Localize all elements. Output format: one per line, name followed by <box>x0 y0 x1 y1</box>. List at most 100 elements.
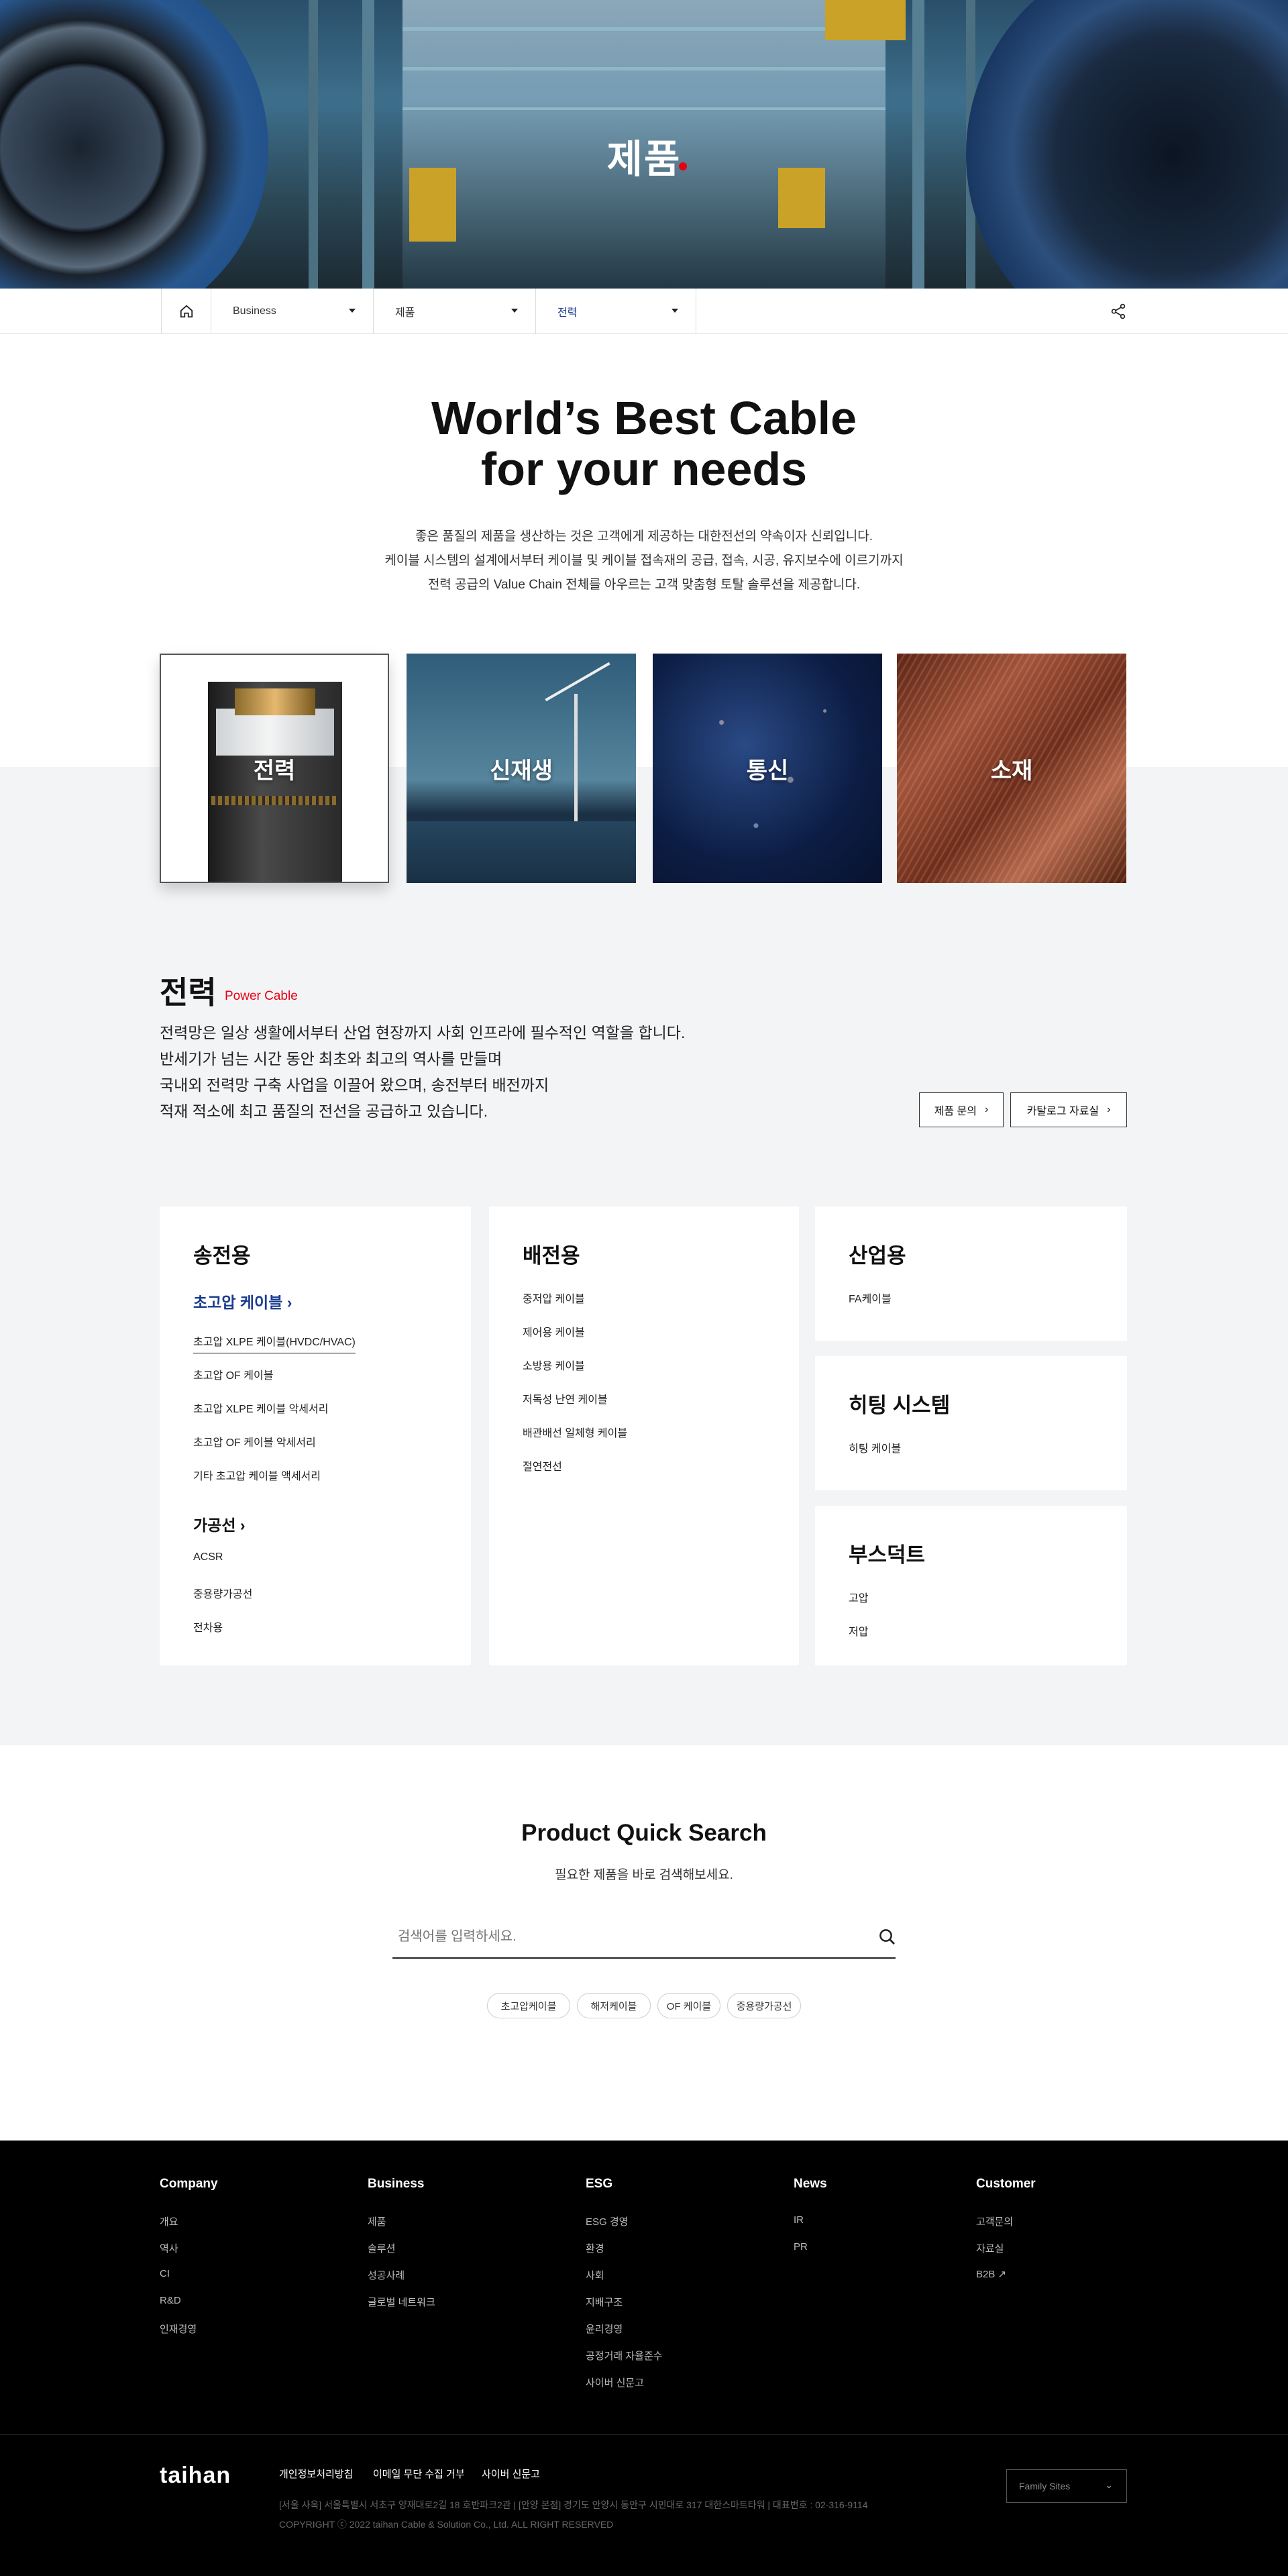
footer-link[interactable]: 자료실 <box>976 2241 1004 2255</box>
footer-email-link[interactable]: 이메일 무단 수집 거부 <box>373 2467 465 2481</box>
footer-link[interactable]: 환경 <box>586 2241 604 2255</box>
footer-logo[interactable]: taihan <box>160 2463 231 2489</box>
footer-link[interactable]: 개요 <box>160 2214 178 2228</box>
list-item[interactable]: 초고압 XLPE 케이블(HVDC/HVAC) <box>193 1333 356 1353</box>
description-line: 반세기가 넘는 시간 동안 최초와 최고의 역사를 만들며 <box>160 1050 502 1068</box>
card-title: 부스덕트 <box>849 1543 926 1567</box>
list-item[interactable]: 기타 초고압 케이블 액세서리 <box>193 1467 321 1483</box>
list-item[interactable]: 고압 <box>849 1589 868 1605</box>
caret-down-icon <box>511 309 518 313</box>
intro-line: 케이블 시스템의 설계에서부터 케이블 및 케이블 접속재의 공급, 접속, 시… <box>384 554 904 568</box>
footer-link[interactable]: 인재경영 <box>160 2322 197 2336</box>
select-label: Family Sites <box>1019 2481 1071 2491</box>
footer-link[interactable]: 제품 <box>368 2214 386 2228</box>
card-title: 배전용 <box>523 1244 580 1268</box>
link-overhead-line[interactable]: 가공선 › <box>193 1512 246 1535</box>
headline-line: for your needs <box>480 443 808 495</box>
button-label: 제품 문의 <box>934 1106 977 1117</box>
footer-col-title: Company <box>160 2177 218 2191</box>
footer-link[interactable]: CI <box>160 2268 170 2279</box>
footer-cyber-link[interactable]: 사이버 신문고 <box>482 2467 540 2481</box>
search-tag[interactable]: 중용량가공선 <box>727 1993 801 2018</box>
search-tag[interactable]: 초고압케이블 <box>487 1993 570 2018</box>
footer-link[interactable]: 역사 <box>160 2241 178 2255</box>
card-heating: 히팅 시스템 히팅 케이블 <box>815 1356 1127 1490</box>
list-item[interactable]: 전차용 <box>193 1618 223 1635</box>
footer-link[interactable]: 공정거래 자율준수 <box>586 2349 663 2363</box>
list-item[interactable]: 중용량가공선 <box>193 1585 252 1601</box>
home-button[interactable] <box>161 289 211 334</box>
section-title: 전력 <box>160 975 217 1010</box>
footer-link[interactable]: 글로벌 네트워크 <box>368 2295 435 2309</box>
footer-link[interactable]: R&D <box>160 2295 181 2306</box>
footer-link-label: B2B <box>976 2269 996 2280</box>
footer-col-title: ESG <box>586 2177 613 2191</box>
footer-link[interactable]: 사회 <box>586 2268 604 2282</box>
card-busduct: 부스덕트 고압 저압 <box>815 1506 1127 1665</box>
footer-col-title: Customer <box>976 2177 1036 2191</box>
category-label: 통신 <box>746 758 789 784</box>
external-link-icon: ↗ <box>998 2269 1007 2280</box>
footer-link[interactable]: 고객문의 <box>976 2214 1013 2228</box>
chevron-right-icon: › <box>286 1294 292 1311</box>
catalog-button[interactable]: 카탈로그 자료실 › <box>1010 1092 1127 1127</box>
breadcrumb-business[interactable]: Business <box>211 289 373 334</box>
footer-link[interactable]: 윤리경영 <box>586 2322 623 2336</box>
list-item[interactable]: FA케이블 <box>849 1290 892 1306</box>
link-ultra-high-voltage[interactable]: 초고압 케이블 › <box>193 1290 292 1312</box>
card-title: 산업용 <box>849 1244 906 1268</box>
footer-link[interactable]: PR <box>794 2241 808 2253</box>
footer-link-b2b[interactable]: B2B ↗ <box>976 2268 1006 2280</box>
family-sites-select[interactable]: Family Sites ⌄ <box>1006 2469 1127 2503</box>
list-item[interactable]: 제어용 케이블 <box>523 1323 585 1339</box>
product-inquiry-button[interactable]: 제품 문의 › <box>919 1092 1004 1127</box>
footer-link[interactable]: 솔루션 <box>368 2241 395 2255</box>
card-transmission: 송전용 초고압 케이블 › 초고압 XLPE 케이블(HVDC/HVAC) 초고… <box>160 1206 471 1665</box>
search-tag[interactable]: OF 케이블 <box>657 1993 720 2018</box>
card-title: 히팅 시스템 <box>849 1394 951 1417</box>
card-industrial: 산업용 FA케이블 <box>815 1206 1127 1341</box>
search-tag[interactable]: 해저케이블 <box>577 1993 651 2018</box>
list-item[interactable]: 저독성 난연 케이블 <box>523 1390 608 1406</box>
intro-line: 전력 공급의 Value Chain 전체를 아우르는 고객 맞춤형 토탈 솔루… <box>427 578 861 592</box>
list-item[interactable]: 저압 <box>849 1622 868 1639</box>
chevron-right-icon: › <box>1107 1104 1111 1115</box>
footer-link[interactable]: ESG 경영 <box>586 2214 628 2228</box>
list-item[interactable]: 중저압 케이블 <box>523 1290 585 1306</box>
footer-copyright: COPYRIGHT ⓒ 2022 taihan Cable & Solution… <box>279 2519 614 2530</box>
breadcrumb-power[interactable]: 전력 <box>535 289 696 334</box>
footer-link[interactable]: 성공사례 <box>368 2268 405 2282</box>
list-item[interactable]: 배관배선 일체형 케이블 <box>523 1424 627 1440</box>
breadcrumb-product[interactable]: 제품 <box>373 289 535 334</box>
footer-link[interactable]: 사이버 신문고 <box>586 2375 644 2389</box>
list-item[interactable]: 절연전선 <box>523 1457 562 1474</box>
search-input[interactable] <box>392 1916 896 1959</box>
intro-line: 좋은 품질의 제품을 생산하는 것은 고객에게 제공하는 대한전선의 약속이자 … <box>415 529 873 544</box>
list-item[interactable]: 소방용 케이블 <box>523 1357 585 1373</box>
search-button[interactable] <box>877 1927 898 1947</box>
share-button[interactable] <box>1093 289 1143 334</box>
breadcrumb-label: 제품 <box>395 307 415 319</box>
footer-col-title: News <box>794 2177 827 2191</box>
footer-link[interactable]: 지배구조 <box>586 2295 623 2309</box>
category-tile-telecom[interactable]: 통신 <box>653 654 882 883</box>
caret-down-icon <box>672 309 678 313</box>
footer-divider <box>0 2434 1288 2435</box>
footer-col-title: Business <box>368 2177 425 2191</box>
category-tile-power[interactable]: 전력 <box>160 654 389 883</box>
category-tile-material[interactable]: 소재 <box>897 654 1126 883</box>
description-line: 전력망은 일상 생활에서부터 산업 현장까지 사회 인프라에 필수적인 역할을 … <box>160 1024 686 1041</box>
list-item[interactable]: 초고압 XLPE 케이블 악세서리 <box>193 1400 328 1416</box>
quick-search-title: Product Quick Search <box>521 1820 767 1846</box>
list-item[interactable]: 히팅 케이블 <box>849 1439 901 1455</box>
list-item[interactable]: 초고압 OF 케이블 <box>193 1366 273 1382</box>
card-distribution: 배전용 중저압 케이블 제어용 케이블 소방용 케이블 저독성 난연 케이블 배… <box>489 1206 799 1665</box>
list-item[interactable]: 초고압 OF 케이블 악세서리 <box>193 1433 316 1449</box>
footer-privacy-link[interactable]: 개인정보처리방침 <box>279 2467 353 2481</box>
list-item[interactable]: ACSR <box>193 1551 223 1563</box>
description-line: 국내외 전력망 구축 사업을 이끌어 왔으며, 송전부터 배전까지 <box>160 1076 549 1094</box>
turbine-illustration <box>574 694 578 841</box>
category-tile-renewable[interactable]: 신재생 <box>407 654 636 883</box>
chevron-right-icon: › <box>239 1516 246 1534</box>
footer-link[interactable]: IR <box>794 2214 804 2226</box>
